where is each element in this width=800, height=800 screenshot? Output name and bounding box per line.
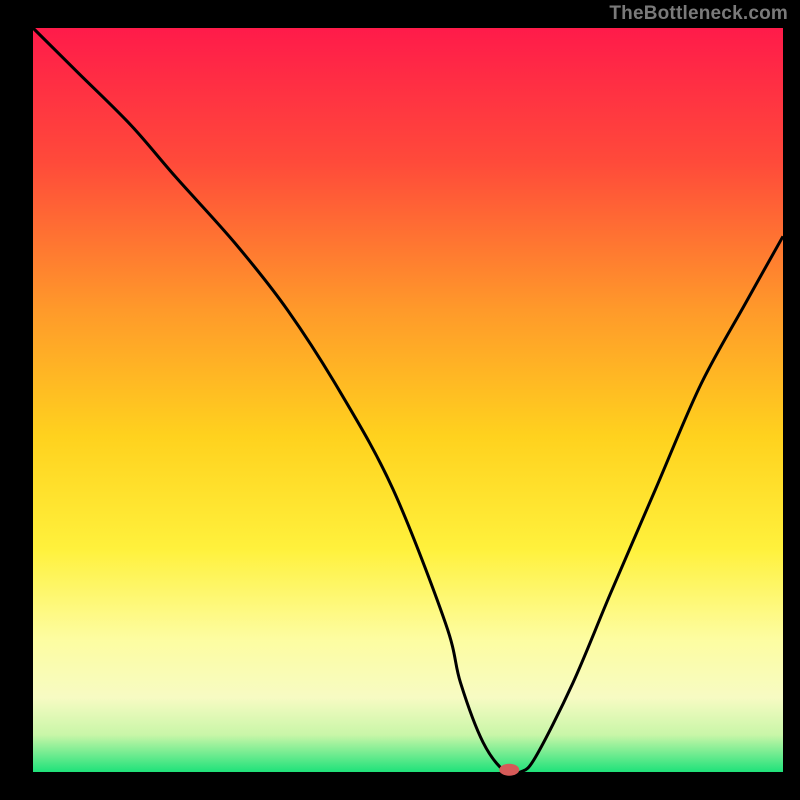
optimal-marker xyxy=(499,764,519,776)
bottleneck-chart xyxy=(0,0,800,800)
watermark-text: TheBottleneck.com xyxy=(609,3,788,25)
chart-frame: TheBottleneck.com xyxy=(0,0,800,800)
